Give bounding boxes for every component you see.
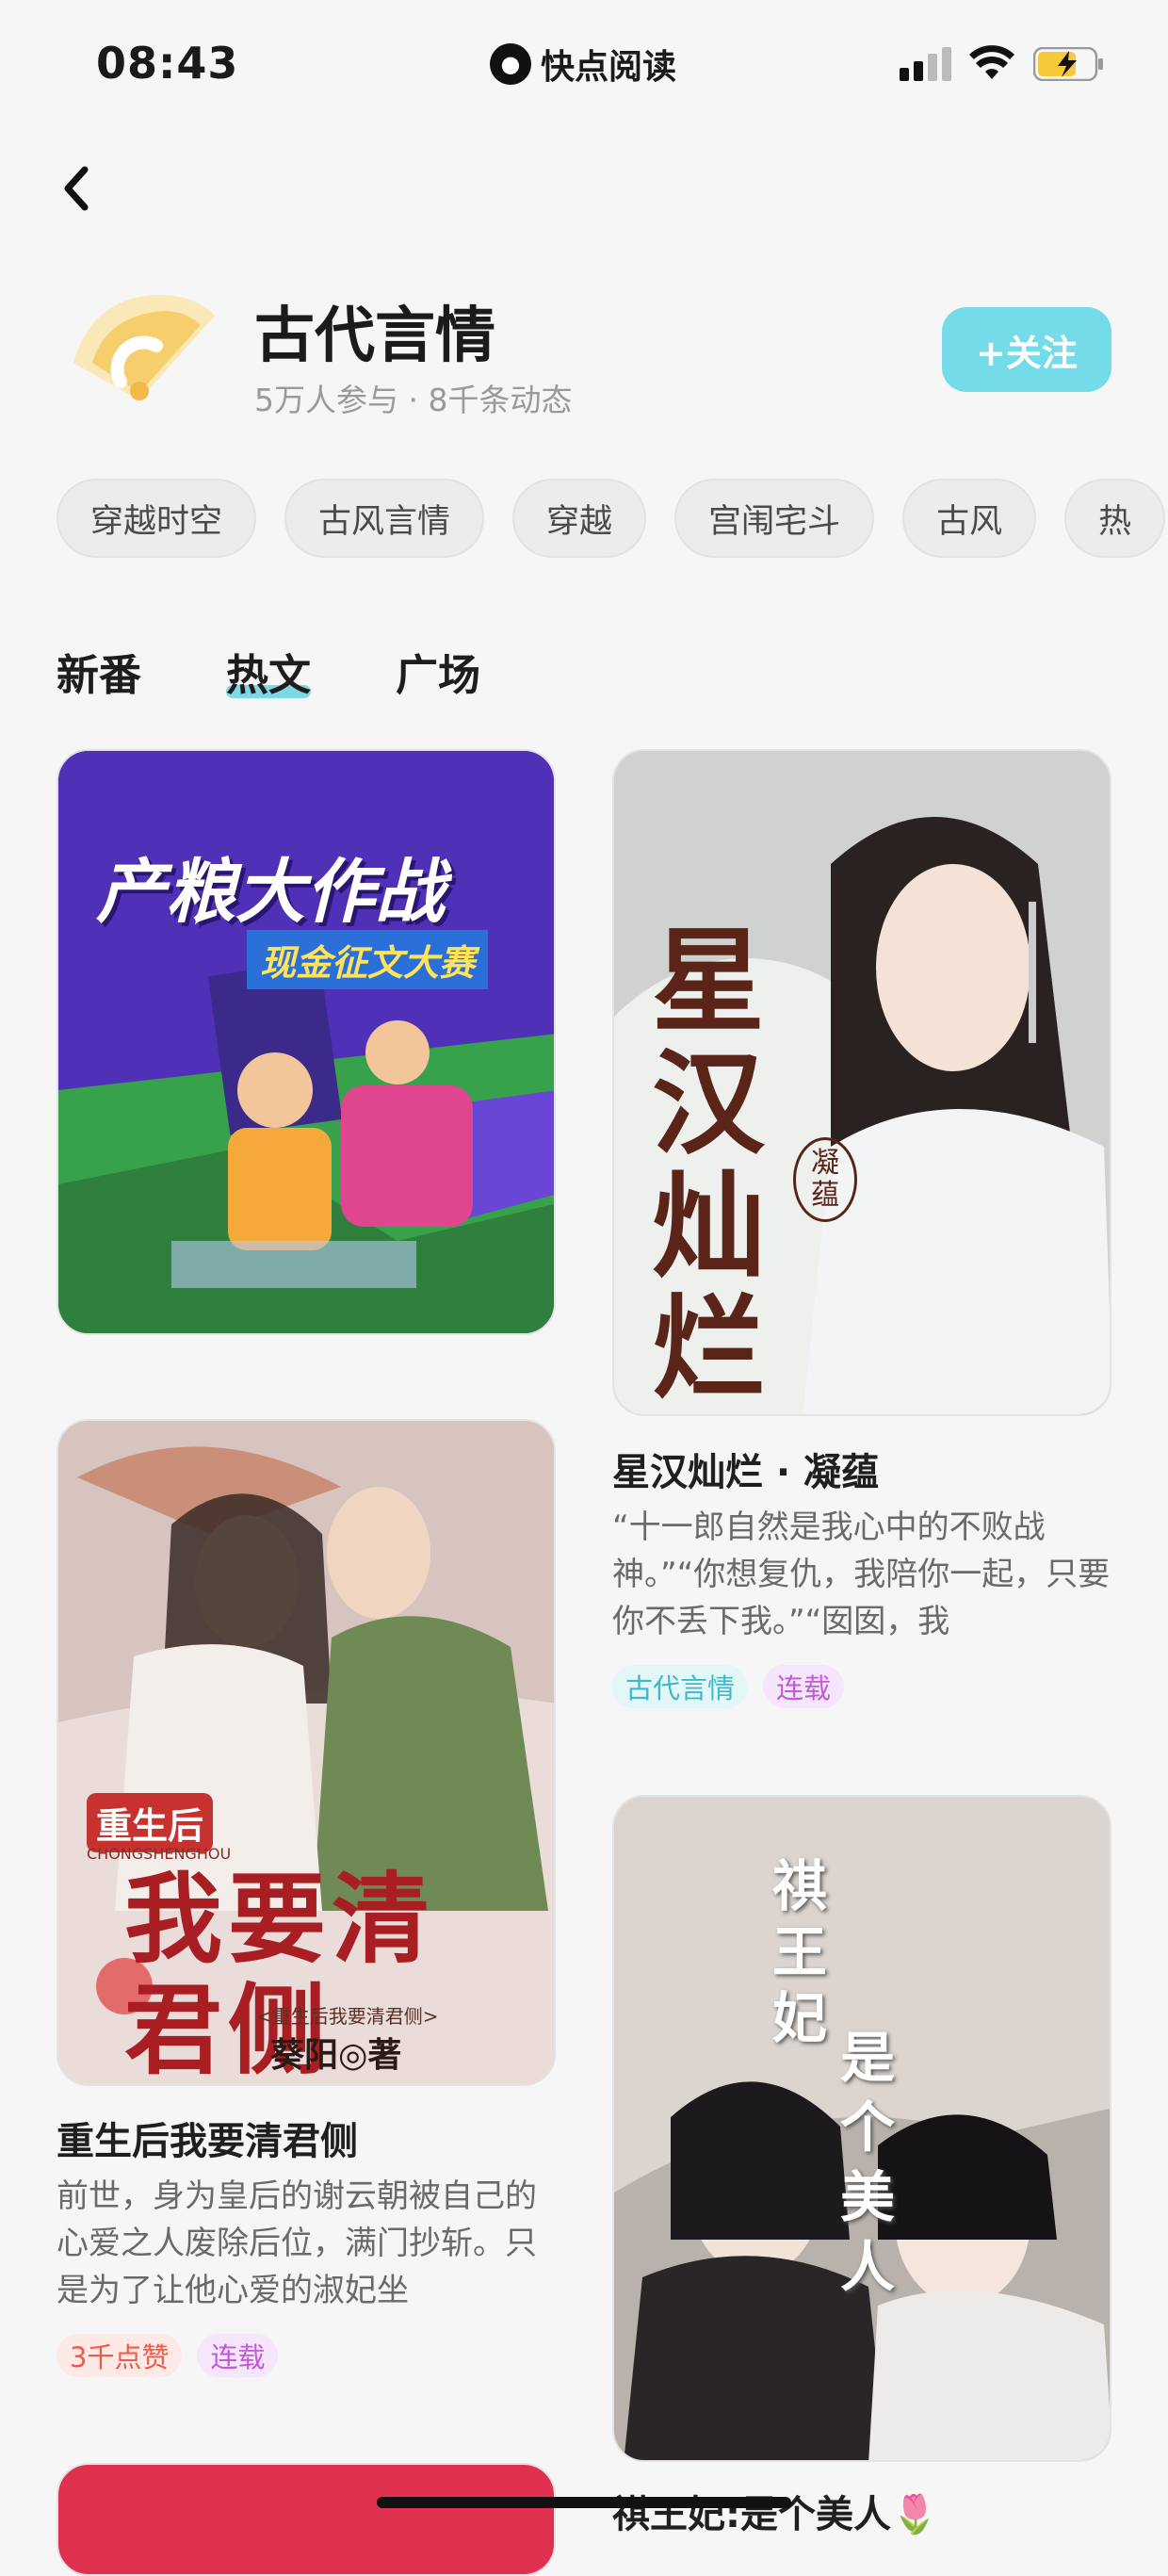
book-badges: 古代言情 连载 <box>612 1665 845 1708</box>
topic-stats: 5万人参与 · 8千条动态 <box>254 382 573 418</box>
topic-title: 古代言情 <box>254 302 495 371</box>
content-tabs: 新番 热文 广场 <box>57 641 480 702</box>
book-cover-card[interactable]: 重生后 CHONGSHENGHOU 我要清君侧 <重生后我要清君侧> 葵阳◎著 <box>57 1419 556 2086</box>
status-time: 08:43 <box>96 38 239 89</box>
folding-fan-icon <box>73 295 215 400</box>
cover-title-calligraphy: 祺王妃 <box>772 1854 828 2050</box>
cover-author-seal: 凝蕴 <box>793 1137 857 1222</box>
book-description: “十一郎自然是我心中的不败战神。”“你想复仇，我陪你一起，只要你不丢下我。”“囡… <box>612 1508 1111 1640</box>
event-banner-card[interactable]: 产粮大作战 现金征文大赛 <box>57 749 556 1335</box>
cover-author: 葵阳◎著 <box>270 2035 402 2075</box>
app-indicator: ● 快点阅读 <box>490 40 676 89</box>
cellular-signal-icon <box>900 47 951 81</box>
book-badges: 3千点赞 连载 <box>57 2334 279 2377</box>
book-title[interactable]: 祺王妃:是个美人🌷 <box>612 2484 938 2538</box>
tag-chip[interactable]: 穿越时空 <box>57 479 257 558</box>
tag-chip[interactable]: 穿越 <box>512 479 647 558</box>
back-arrow-icon[interactable] <box>55 160 102 217</box>
book-cover-card[interactable]: 星汉灿烂 凝蕴 <box>612 749 1111 1416</box>
cover-prefix: 重生后 <box>87 1793 214 1852</box>
cover-subtitle-calligraphy: 是个美人 <box>840 2026 896 2299</box>
app-name: 快点阅读 <box>541 48 677 87</box>
serial-status-badge: 连载 <box>197 2334 279 2377</box>
cover-subtitle: <重生后我要清君侧> <box>256 2005 439 2028</box>
tag-chip[interactable]: 古风言情 <box>284 479 485 558</box>
likes-badge: 3千点赞 <box>57 2334 183 2377</box>
status-bar: 08:43 ● 快点阅读 <box>0 0 1168 132</box>
book-title[interactable]: 星汉灿烂 · 凝蕴 <box>612 1442 879 1496</box>
tab-hot[interactable]: 热文 <box>226 641 312 702</box>
tab-new[interactable]: 新番 <box>57 641 141 702</box>
genre-badge[interactable]: 古代言情 <box>612 1665 749 1708</box>
follow-button[interactable]: +关注 <box>942 307 1111 392</box>
banner-subheadline: 现金征文大赛 <box>247 930 489 989</box>
cover-title-calligraphy: 星汉灿烂 <box>652 915 765 1415</box>
serial-status-badge: 连载 <box>763 1665 845 1708</box>
home-indicator[interactable] <box>377 2497 791 2508</box>
tab-square[interactable]: 广场 <box>396 641 480 702</box>
book-cover-card-partial[interactable] <box>57 2463 556 2576</box>
tag-chip[interactable]: 宫闱宅斗 <box>674 479 875 558</box>
tag-chip[interactable]: 热 <box>1064 479 1166 558</box>
wifi-icon <box>969 45 1014 79</box>
book-cover-card[interactable]: 祺王妃 是个美人 <box>612 1795 1111 2462</box>
tag-chip-row: 穿越时空 古风言情 穿越 宫闱宅斗 古风 热 <box>57 479 1166 558</box>
banner-headline: 产粮大作战 <box>96 852 445 933</box>
book-title[interactable]: 重生后我要清君侧 <box>57 2111 358 2165</box>
tag-chip[interactable]: 古风 <box>902 479 1037 558</box>
battery-charging-icon <box>1033 47 1103 81</box>
paw-icon: ● <box>490 43 531 85</box>
book-description: 前世，身为皇后的谢云朝被自己的心爱之人废除后位，满门抄斩。只是为了让他心爱的淑妃… <box>57 2177 537 2309</box>
